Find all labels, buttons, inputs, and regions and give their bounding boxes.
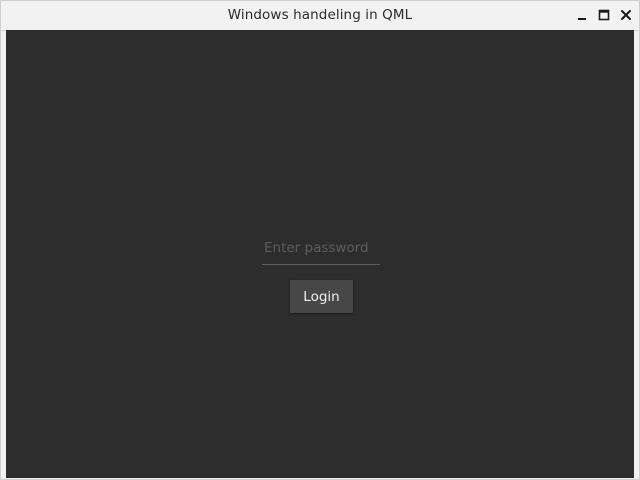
maximize-icon[interactable] xyxy=(597,8,611,22)
app-window: Windows handeling in QML Login xyxy=(0,0,640,480)
login-button[interactable]: Login xyxy=(290,280,353,313)
window-controls xyxy=(575,8,633,22)
window-title: Windows handeling in QML xyxy=(227,7,413,23)
minimize-icon[interactable] xyxy=(575,8,589,22)
title-bar[interactable]: Windows handeling in QML xyxy=(1,1,639,31)
close-icon[interactable] xyxy=(619,8,633,22)
password-field[interactable] xyxy=(262,235,380,265)
app-content: Login xyxy=(6,30,634,478)
